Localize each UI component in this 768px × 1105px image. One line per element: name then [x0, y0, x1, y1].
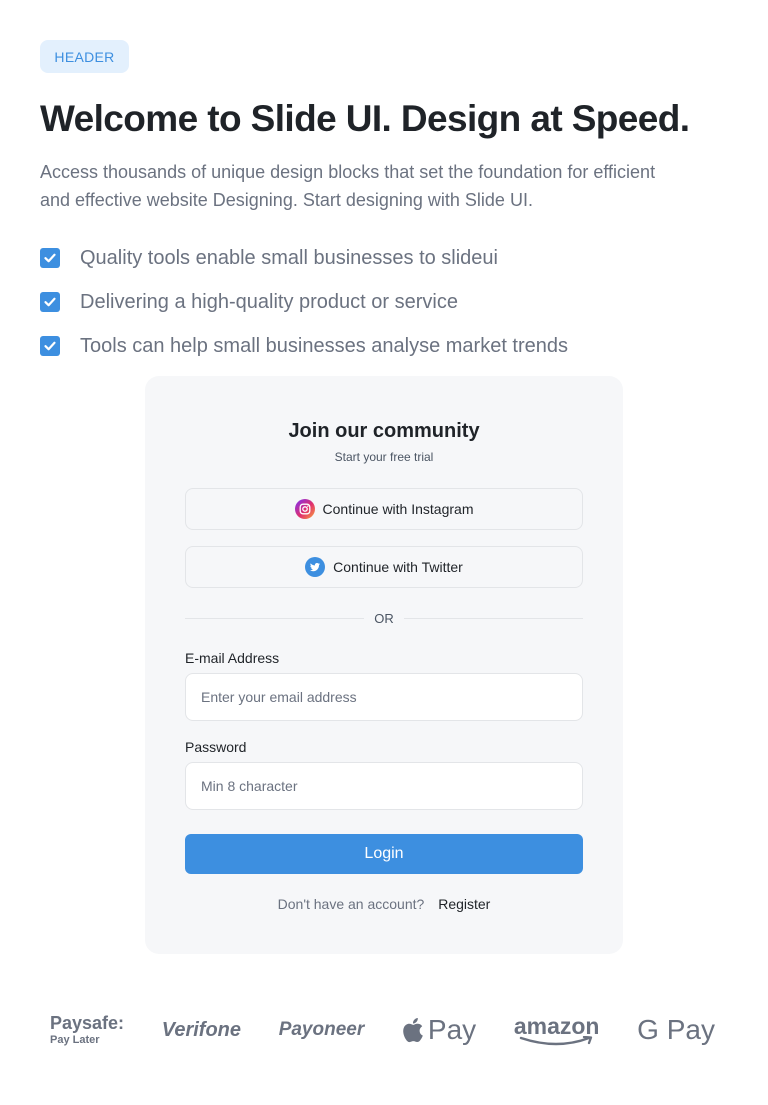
checkbox-checked-icon — [40, 292, 60, 312]
amazon-logo: amazon — [513, 1012, 600, 1046]
paysafe-logo-text: Paysafe: — [50, 1013, 125, 1033]
feature-list: Quality tools enable small businesses to… — [40, 236, 568, 368]
login-button[interactable]: Login — [185, 834, 583, 874]
feature-item: Quality tools enable small businesses to… — [40, 236, 568, 280]
password-label: Password — [185, 739, 247, 755]
feature-text: Tools can help small businesses analyse … — [80, 334, 569, 357]
feature-text: Quality tools enable small businesses to… — [80, 246, 498, 269]
email-label: E-mail Address — [185, 650, 280, 666]
email-input[interactable] — [185, 673, 583, 721]
divider-line — [185, 617, 365, 619]
payoneer-logo: Payoneer — [278, 1019, 365, 1040]
signup-card: Join our community Start your free trial… — [145, 376, 623, 954]
partner-logos: Paysafe: Pay Later Verifone Payoneer Pay… — [50, 1010, 715, 1050]
feature-text: Delivering a high-quality product or ser… — [80, 290, 458, 313]
twitter-button[interactable]: Continue with Twitter — [185, 546, 583, 588]
verifone-logo: Verifone — [161, 1018, 242, 1041]
no-account-text: Don't have an account? — [277, 896, 425, 912]
google-pay-logo: G Pay — [637, 1014, 715, 1045]
apple-pay-logo: Pay — [402, 1014, 476, 1046]
feature-item: Delivering a high-quality product or ser… — [40, 280, 568, 324]
section-badge: HEADER — [40, 40, 129, 73]
page-title: Welcome to Slide UI. Design at Speed. — [40, 98, 690, 139]
amazon-smile-icon — [519, 1035, 592, 1045]
checkbox-checked-icon — [40, 336, 60, 356]
apple-pay-logo-text: Pay — [427, 1014, 477, 1045]
signup-title: Join our community — [288, 420, 480, 442]
register-prompt: Don't have an account? Register — [145, 896, 623, 912]
divider-text: OR — [374, 610, 394, 626]
paysafe-logo: Paysafe: Pay Later — [50, 1014, 124, 1046]
checkbox-checked-icon — [40, 248, 60, 268]
instagram-button-label: Continue with Instagram — [322, 501, 474, 517]
twitter-icon — [305, 557, 326, 577]
register-link[interactable]: Register — [438, 896, 490, 912]
or-divider: OR — [185, 608, 583, 628]
instagram-icon — [294, 499, 315, 519]
divider-line — [403, 617, 583, 619]
amazon-logo-text: amazon — [513, 1012, 600, 1039]
paysafe-logo-subtext: Pay Later — [50, 1034, 100, 1046]
apple-icon — [403, 1018, 423, 1043]
instagram-button[interactable]: Continue with Instagram — [185, 488, 583, 530]
twitter-button-label: Continue with Twitter — [333, 559, 463, 575]
signup-subtitle: Start your free trial — [334, 450, 434, 464]
feature-item: Tools can help small businesses analyse … — [40, 324, 568, 368]
page-description: Access thousands of unique design blocks… — [40, 162, 656, 210]
password-input[interactable] — [185, 762, 583, 810]
